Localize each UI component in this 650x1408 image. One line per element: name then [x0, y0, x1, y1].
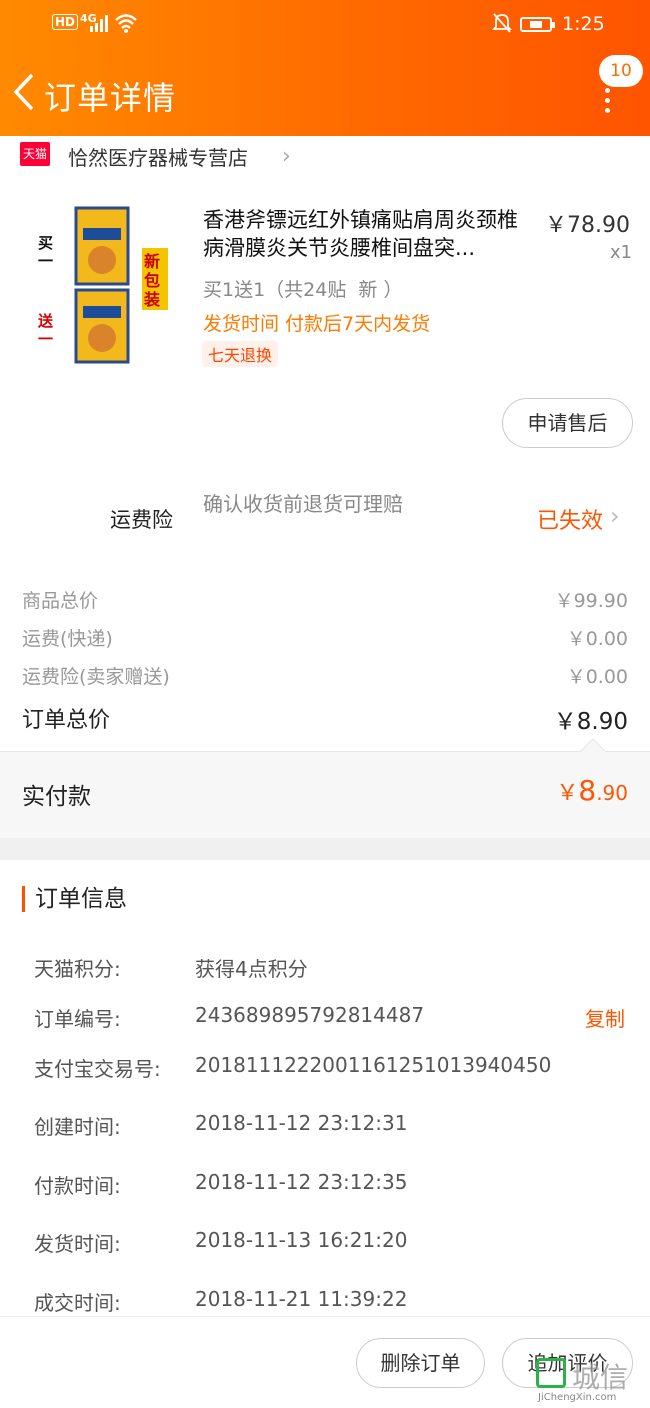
thumb-label-get-one: 送一 [38, 312, 54, 348]
chevron-right-icon[interactable]: › [610, 502, 620, 530]
paid-value: ￥8.90 [556, 774, 628, 807]
thumb-badge-new-pack: 新包装 [144, 252, 161, 309]
info-label: 付款时间: [34, 1174, 121, 1198]
page-title: 订单详情 [44, 79, 177, 117]
delete-order-button[interactable]: 删除订单 [356, 1338, 485, 1388]
paid-amount-row: 实付款 ￥8.90 [0, 738, 650, 838]
insurance-desc: 确认收货前退货可理赔 [203, 492, 403, 516]
battery-icon [520, 17, 555, 32]
cost-row-shipping: 运费(快递) ￥0.00 [22, 624, 628, 651]
product-price: ￥78.90 [545, 213, 630, 238]
shop-name[interactable]: 恰然医疗器械专营店 [68, 142, 248, 171]
cost-row-insurance: 运费险(卖家赠送) ￥0.00 [22, 662, 628, 689]
copy-button[interactable]: 复制 [585, 1003, 625, 1032]
cost-label: 运费(快递) [22, 628, 113, 650]
info-label: 发货时间: [34, 1232, 121, 1256]
product-sku: 买1送1（共24贴 新 ） [203, 279, 403, 301]
info-label: 创建时间: [34, 1115, 121, 1139]
info-label: 成交时间: [34, 1291, 121, 1315]
order-total-value: ￥8.90 [553, 709, 628, 735]
paid-label: 实付款 [22, 784, 91, 810]
return-policy-tag: 七天退换 [202, 341, 279, 367]
thumb-label-buy-one: 买一 [38, 234, 54, 270]
info-value: 2018-11-21 11:39:22 [195, 1287, 408, 1311]
watermark-logo: 城信 JiChengXin.com [534, 1356, 650, 1408]
status-time: 1:25 [562, 13, 605, 35]
section-divider [0, 838, 650, 860]
insurance-status[interactable]: 已失效 [537, 503, 603, 535]
tmall-logo: 天猫 [20, 142, 50, 166]
more-menu-icon[interactable] [602, 88, 612, 113]
info-value: 243689895792814487 [195, 1003, 425, 1027]
cost-row-goods: 商品总价 ￥99.90 [22, 586, 628, 613]
info-value: 2018-11-13 16:21:20 [195, 1228, 408, 1252]
product-quantity: x1 [610, 242, 633, 263]
info-label: 天猫积分: [34, 957, 121, 981]
mute-bell-icon [492, 13, 512, 33]
wifi-icon [115, 14, 137, 33]
order-total-label: 订单总价 [22, 708, 111, 733]
after-sale-button[interactable]: 申请售后 [502, 398, 633, 448]
order-total-row: 订单总价 ￥8.90 [22, 702, 628, 735]
info-value: 获得4点积分 [195, 957, 308, 981]
chevron-right-icon: › [282, 144, 291, 169]
cost-value: ￥99.90 [554, 590, 628, 612]
info-label: 支付宝交易号: [34, 1057, 161, 1081]
message-count-badge[interactable]: 10 [599, 55, 643, 87]
back-icon[interactable] [12, 72, 36, 112]
insurance-label: 运费险 [110, 508, 173, 532]
cost-label: 商品总价 [22, 590, 99, 612]
status-bar: HD 4G 1:25 [0, 12, 650, 40]
info-value: 2018111222001161251013940450 [195, 1053, 552, 1077]
product-title[interactable]: 香港斧镖远红外镇痛贴肩周炎颈椎病滑膜炎关节炎腰椎间盘突... [203, 206, 533, 262]
app-header: HD 4G 1:25 订单详情 10 [0, 0, 650, 136]
signal-icon [90, 15, 108, 32]
info-value: 2018-11-12 23:12:35 [195, 1170, 408, 1194]
order-info-title: 订单信息 [22, 886, 127, 912]
cost-value: ￥0.00 [566, 628, 628, 650]
ship-time: 发货时间 付款后7天内发货 [203, 313, 431, 335]
info-label: 订单编号: [34, 1007, 121, 1031]
cost-label: 运费险(卖家赠送) [22, 666, 170, 688]
hd-icon: HD [52, 14, 79, 30]
info-value: 2018-11-12 23:12:31 [195, 1111, 408, 1135]
cost-value: ￥0.00 [566, 666, 628, 688]
